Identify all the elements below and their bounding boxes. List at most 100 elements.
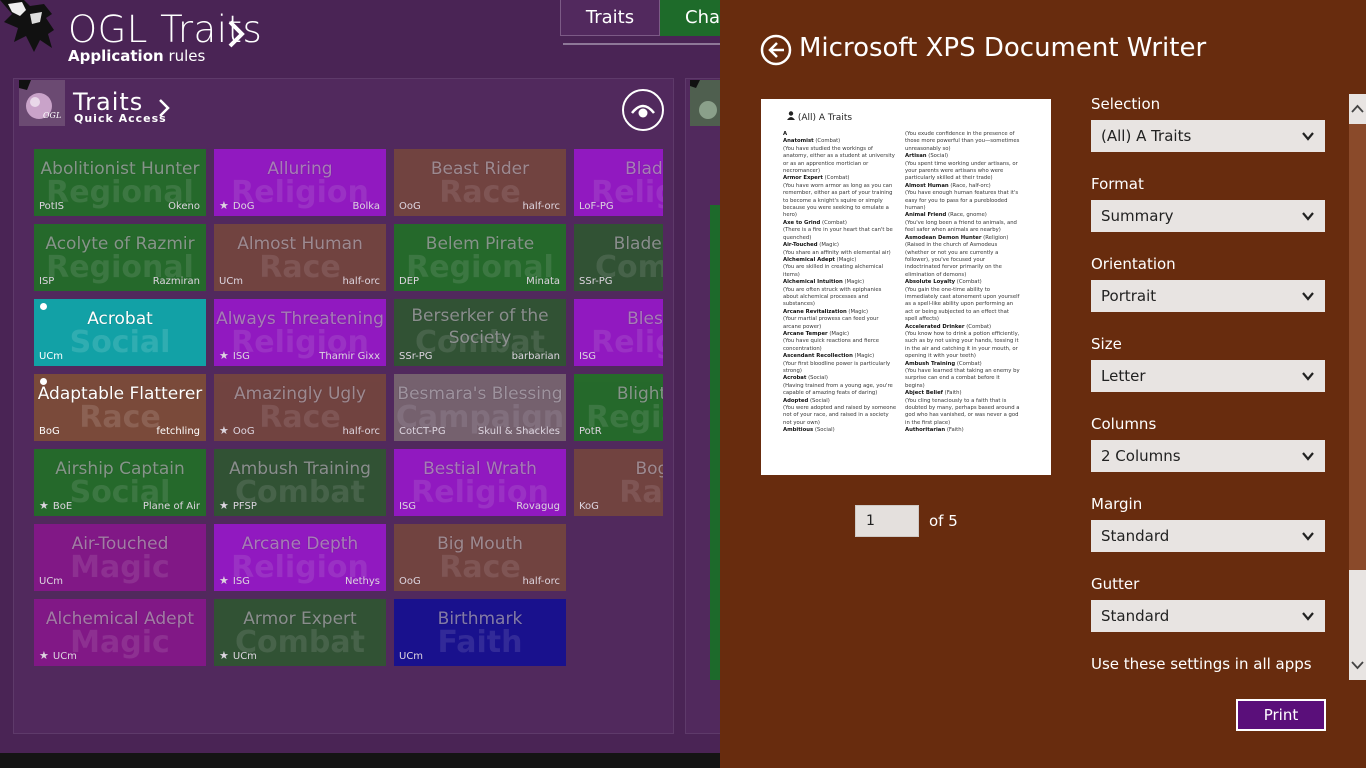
preview-entry-desc: (You have worn armor as long as you can …: [783, 182, 893, 219]
trait-source: UCm: [39, 351, 64, 362]
option-select[interactable]: Standard: [1091, 600, 1325, 632]
preview-entry-desc: (You were adopted and raised by someone …: [783, 405, 897, 426]
panel-chevron-icon[interactable]: [158, 98, 170, 118]
preview-entry: Asmodean Demon Hunter (Religion) (Raised …: [905, 235, 1020, 279]
trait-tile[interactable]: MagicAlchemical AdeptUCm: [34, 599, 206, 666]
option-label: Margin: [1091, 495, 1143, 513]
eye-icon: [631, 104, 655, 118]
trait-tile[interactable]: Combat Berserker of the Society SSr-PG barb…: [394, 299, 566, 366]
preview-entry: Animal Friend (Race, gnome) (You've long …: [905, 212, 1020, 234]
trait-tile[interactable]: Campaign Besmara's Blessing CotCT-PG Skull …: [394, 374, 566, 441]
options-scroll-thumb[interactable]: [1349, 124, 1366, 570]
preview-entry: Artisan (Social) (You spent time working …: [905, 153, 1020, 183]
preview-entry-name: Absolute Loyalty: [905, 279, 956, 286]
trait-tile[interactable]: RegionalBlighted PPotR: [574, 374, 663, 441]
print-preview: (All) A Traits A Anatomist (Combat) (You …: [761, 99, 1051, 475]
trait-tile[interactable]: Social Acrobat UCm: [34, 299, 206, 366]
trait-name: Blessed: [627, 309, 663, 329]
scroll-up-icon[interactable]: [1349, 94, 1366, 124]
scroll-down-icon[interactable]: [1349, 650, 1366, 680]
trait-tile[interactable]: Religion Bestial Wrath ISG Rovagug: [394, 449, 566, 516]
preview-heading-text: (All) A Traits: [797, 113, 853, 123]
option-value: (All) A Traits: [1101, 127, 1192, 145]
preview-entry: Ambush Training (Combat) (You have learne…: [905, 361, 1020, 391]
trait-source: ISG: [579, 351, 597, 362]
trait-tile[interactable]: CombatBlade of thSSr-PG: [574, 224, 663, 291]
trait-name: Arcane Depth: [241, 534, 359, 554]
tab-traits[interactable]: Traits: [560, 0, 660, 36]
preview-entry-name: Authoritarian: [905, 427, 946, 434]
trait-tile[interactable]: ReligionAlluringDoGBolka: [214, 149, 386, 216]
option-label: Gutter: [1091, 575, 1140, 593]
preview-entry-type: (Combat): [822, 219, 847, 226]
option-select[interactable]: Letter: [1091, 360, 1325, 392]
trait-tag: Minata: [526, 276, 560, 287]
trait-tile[interactable]: CombatAmbush TrainingPFSP: [214, 449, 386, 516]
preview-entry-desc: (Your first bloodline power is particula…: [783, 360, 891, 374]
app-title-chevron-icon[interactable]: [226, 16, 246, 52]
back-arrow-icon[interactable]: [760, 34, 792, 66]
person-icon: [787, 111, 795, 120]
option-select[interactable]: (All) A Traits: [1091, 120, 1325, 152]
trait-name: Besmara's Blessing: [397, 384, 563, 404]
preview-entry-type: (Social): [814, 427, 835, 434]
trait-name: Amazingly Ugly: [233, 384, 367, 404]
view-toggle-button[interactable]: [622, 89, 664, 131]
trait-source: OoG: [399, 576, 421, 587]
trait-tile[interactable]: Regional Acolyte of Razmir ISP Razmiran: [34, 224, 206, 291]
option-value: Standard: [1101, 527, 1170, 545]
trait-tag: Okeno: [168, 201, 200, 212]
trait-source: UCm: [399, 651, 424, 662]
panel-subtitle: Quick Access: [74, 112, 167, 125]
trait-name: Alchemical Adept: [45, 609, 195, 629]
preview-entry-name: Armor Expert: [783, 175, 823, 182]
characters-panel-strip: [710, 205, 720, 680]
traits-grid: Regional Abolitionist Hunter PotIS Okeno Reg…: [34, 149, 663, 669]
trait-tile[interactable]: Magic Air-Touched UCm: [34, 524, 206, 591]
print-button[interactable]: Print: [1236, 699, 1326, 731]
trait-name: Acrobat: [87, 309, 153, 329]
preview-entry: Arcane Temper (Magic) (You have quick rea…: [783, 331, 898, 353]
preview-entry-name: Almost Human: [905, 182, 949, 189]
trait-source: ISG: [219, 349, 250, 362]
preview-entry-desc: (You gain the one-time ability to immedi…: [905, 286, 1020, 323]
trait-tile[interactable]: CombatArmor ExpertUCm: [214, 599, 386, 666]
trait-tile[interactable]: RaceBog SKoGkobo: [574, 449, 663, 516]
preview-entry-desc: (You share an affinity with elemental ai…: [783, 249, 891, 256]
option-value: Standard: [1101, 607, 1170, 625]
trait-tile[interactable]: ReligionAlways ThreateningISGThamir Gixx: [214, 299, 386, 366]
option-value: Portrait: [1101, 287, 1157, 305]
trait-tile[interactable]: SocialAirship CaptainBoEPlane of Air: [34, 449, 206, 516]
trait-tag: Bolka: [352, 201, 381, 212]
trait-tile[interactable]: Race Big Mouth OoG half-orc: [394, 524, 566, 591]
option-select[interactable]: Summary: [1091, 200, 1325, 232]
preview-entry-type: (Social): [809, 397, 830, 404]
trait-tile[interactable]: ReligionArcane DepthISGNethys: [214, 524, 386, 591]
use-settings-all-apps-link[interactable]: Use these settings in all apps: [1091, 655, 1312, 673]
trait-source: PotR: [579, 426, 602, 437]
option-select[interactable]: Portrait: [1091, 280, 1325, 312]
trait-tile[interactable]: RaceAmazingly UglyOoGhalf-orc: [214, 374, 386, 441]
trait-source: SSr-PG: [579, 276, 613, 287]
trait-name: Alluring: [267, 159, 333, 179]
trait-tile[interactable]: Race Adaptable Flatterer BoG fetchling: [34, 374, 206, 441]
app-subtitle-rest: rules: [163, 47, 206, 65]
option-select[interactable]: Standard: [1091, 520, 1325, 552]
preview-entry-name: Alchemical Adept: [783, 256, 835, 263]
trait-source: SSr-PG: [399, 351, 433, 362]
trait-tile[interactable]: Race Almost Human UCm half-orc: [214, 224, 386, 291]
option-value: 2 Columns: [1101, 447, 1181, 465]
trait-source: UCm: [39, 649, 77, 662]
trait-tile[interactable]: Regional Belem Pirate DEP Minata: [394, 224, 566, 291]
tab-characters[interactable]: Cha: [660, 0, 720, 36]
selected-dot-icon: [40, 378, 47, 385]
preview-entry-name: Axe to Grind: [783, 219, 821, 226]
trait-tile[interactable]: Faith Birthmark UCm: [394, 599, 566, 666]
trait-name: Acolyte of Razmir: [45, 234, 195, 254]
page-number-input[interactable]: 1: [855, 505, 919, 537]
trait-tile[interactable]: ReligionBlade ofLoF-PG: [574, 149, 663, 216]
trait-tile[interactable]: Race Beast Rider OoG half-orc: [394, 149, 566, 216]
trait-tile[interactable]: Regional Abolitionist Hunter PotIS Okeno: [34, 149, 206, 216]
option-select[interactable]: 2 Columns: [1091, 440, 1325, 472]
trait-tile[interactable]: ReligionBlessedISG: [574, 299, 663, 366]
